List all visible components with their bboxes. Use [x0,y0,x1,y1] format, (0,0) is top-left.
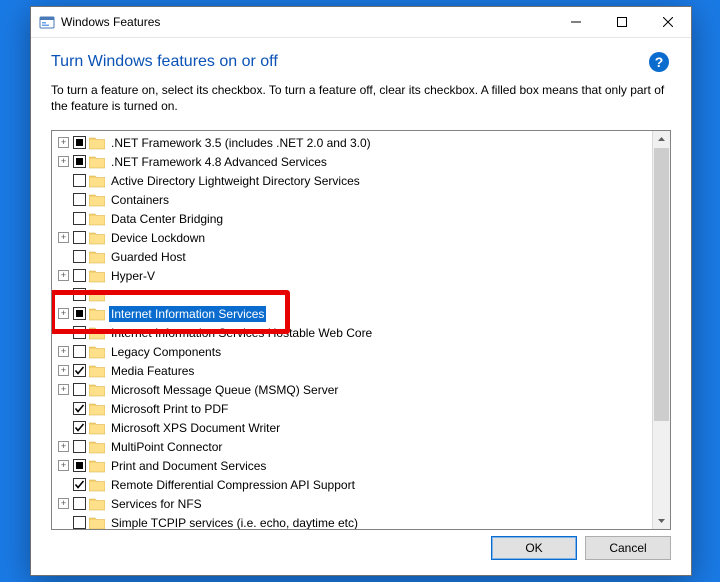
cancel-button[interactable]: Cancel [585,536,671,560]
feature-checkbox[interactable] [73,478,86,491]
feature-checkbox[interactable] [73,459,86,472]
expand-toggle[interactable]: + [58,498,69,509]
expand-toggle[interactable]: + [58,270,69,281]
feature-row-tcpip[interactable]: + Simple TCPIP services (i.e. echo, dayt… [54,513,670,529]
feature-row-net35[interactable]: + .NET Framework 3.5 (includes .NET 2.0 … [54,133,670,152]
feature-label[interactable]: .NET Framework 4.8 Advanced Services [109,154,329,170]
feature-row-iiswc[interactable]: + Internet Information Services Hostable… [54,323,670,342]
feature-checkbox[interactable] [73,516,86,529]
expand-toggle[interactable]: + [58,137,69,148]
feature-checkbox[interactable] [73,288,86,301]
feature-checkbox[interactable] [73,497,86,510]
feature-checkbox[interactable] [73,155,86,168]
feature-row-media[interactable]: + Media Features [54,361,670,380]
feature-label[interactable]: Microsoft Message Queue (MSMQ) Server [109,382,340,398]
dialog-footer: OK Cancel [31,530,691,575]
maximize-button[interactable] [599,7,645,37]
window-title: Windows Features [61,15,160,29]
expand-toggle[interactable]: + [58,384,69,395]
feature-row-lockdown[interactable]: + Device Lockdown [54,228,670,247]
app-icon [39,14,55,30]
feature-row-iis[interactable]: + Internet Information Services [54,304,670,323]
feature-checkbox[interactable] [73,402,86,415]
feature-checkbox[interactable] [73,383,86,396]
feature-row-xps[interactable]: + Microsoft XPS Document Writer [54,418,670,437]
feature-label[interactable]: Simple TCPIP services (i.e. echo, daytim… [109,515,360,530]
minimize-button[interactable] [553,7,599,37]
feature-checkbox[interactable] [73,212,86,225]
ok-button[interactable]: OK [491,536,577,560]
feature-checkbox[interactable] [73,421,86,434]
feature-label[interactable]: Guarded Host [109,249,188,265]
scroll-track[interactable] [653,148,670,512]
feature-checkbox[interactable] [73,231,86,244]
header: Turn Windows features on or off ? To tur… [31,38,691,122]
feature-label[interactable]: Hyper-V [109,268,157,284]
help-icon[interactable]: ? [649,52,669,72]
page-heading: Turn Windows features on or off [51,53,649,71]
feature-checkbox[interactable] [73,326,86,339]
feature-checkbox[interactable] [73,345,86,358]
feature-row-guarded[interactable]: + Guarded Host [54,247,670,266]
feature-label[interactable]: Services for NFS [109,496,204,512]
feature-label[interactable]: Print and Document Services [109,458,268,474]
feature-label[interactable]: Legacy Components [109,344,223,360]
feature-label[interactable]: .NET Framework 3.5 (includes .NET 2.0 an… [109,135,373,151]
feature-label[interactable]: Microsoft Print to PDF [109,401,230,417]
feature-row-containers[interactable]: + Containers [54,190,670,209]
vertical-scrollbar[interactable] [652,131,670,529]
expand-toggle[interactable]: + [58,308,69,319]
feature-label[interactable]: Data Center Bridging [109,211,225,227]
feature-checkbox[interactable] [73,307,86,320]
feature-checkbox[interactable] [73,250,86,263]
scroll-thumb[interactable] [654,148,669,421]
feature-checkbox[interactable] [73,193,86,206]
feature-row-nfs[interactable]: + Services for NFS [54,494,670,513]
feature-row-rdc[interactable]: + Remote Differential Compression API Su… [54,475,670,494]
feature-row-printdoc[interactable]: + Print and Document Services [54,456,670,475]
feature-row-dcb[interactable]: + Data Center Bridging [54,209,670,228]
feature-label[interactable]: Internet Information Services Hostable W… [109,325,374,341]
windows-features-dialog: Windows Features Turn Windows features o… [30,6,692,576]
expand-toggle[interactable]: + [58,156,69,167]
feature-label[interactable] [109,294,113,296]
feature-label[interactable]: Containers [109,192,171,208]
feature-row-adlds[interactable]: + Active Directory Lightweight Directory… [54,171,670,190]
scroll-down-button[interactable] [653,512,670,529]
feature-checkbox[interactable] [73,364,86,377]
expand-toggle[interactable]: + [58,346,69,357]
feature-label[interactable]: MultiPoint Connector [109,439,224,455]
feature-row-msmq[interactable]: + Microsoft Message Queue (MSMQ) Server [54,380,670,399]
titlebar: Windows Features [31,7,691,38]
feature-tree-panel: + .NET Framework 3.5 (includes .NET 2.0 … [51,130,671,530]
feature-row-multipoint[interactable]: + MultiPoint Connector [54,437,670,456]
feature-checkbox[interactable] [73,174,86,187]
feature-label[interactable]: Active Directory Lightweight Directory S… [109,173,362,189]
feature-row-legacy[interactable]: + Legacy Components [54,342,670,361]
feature-checkbox[interactable] [73,269,86,282]
expand-toggle[interactable]: + [58,460,69,471]
scroll-up-button[interactable] [653,131,670,148]
expand-toggle[interactable]: + [58,441,69,452]
page-description: To turn a feature on, select its checkbo… [51,82,669,114]
feature-row-net48[interactable]: + .NET Framework 4.8 Advanced Services [54,152,670,171]
expand-toggle[interactable]: + [58,365,69,376]
close-button[interactable] [645,7,691,37]
feature-row-blank[interactable]: + [54,285,670,304]
feature-label[interactable]: Microsoft XPS Document Writer [109,420,282,436]
feature-label[interactable]: Device Lockdown [109,230,207,246]
feature-row-printpdf[interactable]: + Microsoft Print to PDF [54,399,670,418]
feature-row-hyperv[interactable]: + Hyper-V [54,266,670,285]
feature-checkbox[interactable] [73,440,86,453]
feature-label[interactable]: Media Features [109,363,196,379]
feature-tree[interactable]: + .NET Framework 3.5 (includes .NET 2.0 … [52,131,670,529]
feature-checkbox[interactable] [73,136,86,149]
expand-toggle[interactable]: + [58,232,69,243]
feature-label[interactable]: Internet Information Services [109,306,266,322]
feature-label[interactable]: Remote Differential Compression API Supp… [109,477,357,493]
